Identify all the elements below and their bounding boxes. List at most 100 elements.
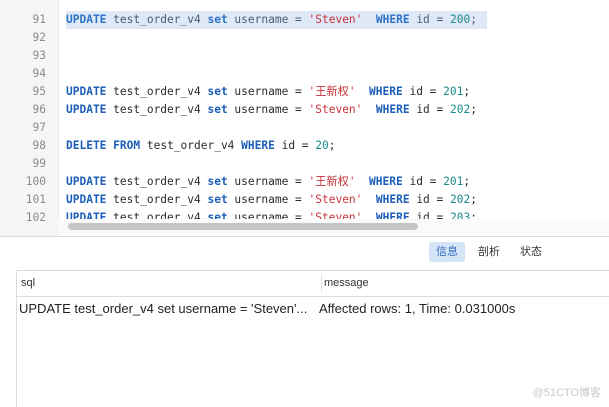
column-separator[interactable] (321, 275, 322, 292)
tab-status[interactable]: 状态 (513, 242, 549, 262)
code-text: UPDATE test_order_v4 set username = 'Ste… (66, 11, 487, 29)
code-token: ; (470, 103, 477, 116)
code-token: WHERE (369, 175, 403, 188)
code-token: test_order_v4 (106, 85, 208, 98)
code-token: test_order_v4 (140, 139, 242, 152)
code-token: 201 (443, 85, 464, 98)
code-text: UPDATE test_order_v4 set username = 'Ste… (66, 101, 477, 119)
line-number: 102 (25, 211, 46, 224)
code-line[interactable]: 96 UPDATE test_order_v4 set username = 'S… (0, 101, 609, 119)
code-token: test_order_v4 (106, 175, 208, 188)
code-line[interactable]: 100 UPDATE test_order_v4 set username = '… (0, 173, 609, 191)
code-token: UPDATE (66, 13, 107, 26)
code-token: 20 (315, 139, 329, 152)
code-token: username = (227, 103, 309, 116)
code-token: ; (470, 193, 477, 206)
code-token: id = (409, 13, 450, 26)
result-panel: 信息 剖析 状态 sql message UPDATE test_order_v… (0, 236, 609, 407)
code-line[interactable]: 91 UPDATE test_order_v4 set username = 'S… (0, 11, 609, 29)
line-number: 99 (32, 157, 46, 170)
code-token: WHERE (375, 13, 410, 26)
code-token: username = (227, 85, 309, 98)
line-number: 98 (32, 139, 46, 152)
code-line[interactable]: 101 UPDATE test_order_v4 set username = '… (0, 191, 609, 209)
code-token: '王新权' (308, 85, 356, 98)
code-token: set (207, 193, 228, 206)
code-text: UPDATE test_order_v4 set username = '王新权… (66, 173, 470, 191)
code-line[interactable]: 94 (0, 65, 609, 83)
code-token: id = (402, 175, 444, 188)
result-grid: sql message UPDATE test_order_v4 set use… (16, 270, 609, 407)
code-token: 202 (450, 103, 471, 116)
code-token: UPDATE (66, 193, 107, 206)
code-text: UPDATE test_order_v4 set username = '王新权… (66, 83, 470, 101)
code-token: WHERE (369, 85, 403, 98)
code-token: id = (409, 193, 450, 206)
code-token: ; (470, 13, 477, 26)
code-token: id = (274, 139, 316, 152)
column-header-sql[interactable]: sql (21, 271, 35, 296)
code-token: ; (463, 175, 471, 188)
line-number: 92 (32, 31, 46, 44)
code-token: id = (409, 103, 450, 116)
line-number: 100 (25, 175, 46, 188)
code-line[interactable]: 98 DELETE FROM test_order_v4 WHERE id = 2… (0, 137, 609, 155)
code-line[interactable]: 95 UPDATE test_order_v4 set username = '王… (0, 83, 609, 101)
code-token: set (207, 85, 228, 98)
code-line[interactable]: 92 (0, 29, 609, 47)
line-number: 94 (32, 67, 46, 80)
horizontal-scrollbar-thumb[interactable] (68, 223, 418, 230)
code-token: ; (328, 139, 336, 152)
cell-message: Affected rows: 1, Time: 0.031000s (319, 301, 516, 316)
column-header-message[interactable]: message (324, 271, 369, 296)
code-token: UPDATE (66, 175, 107, 188)
code-token: username = (227, 13, 309, 26)
code-token: set (207, 103, 228, 116)
code-token: '王新权' (308, 175, 356, 188)
line-number: 93 (32, 49, 46, 62)
code-token: WHERE (375, 193, 410, 206)
code-token: id = (402, 85, 444, 98)
code-token: UPDATE (66, 103, 107, 116)
code-token: test_order_v4 (106, 193, 208, 206)
code-token: set (207, 175, 228, 188)
cell-sql: UPDATE test_order_v4 set username = 'Ste… (19, 301, 308, 316)
grid-header: sql message (17, 271, 609, 297)
code-token: WHERE (241, 139, 275, 152)
code-token: ; (463, 85, 471, 98)
code-token: 200 (450, 13, 471, 26)
tab-profile[interactable]: 剖析 (471, 242, 507, 262)
sql-editor[interactable]: 91 UPDATE test_order_v4 set username = 'S… (0, 0, 609, 236)
app-root: 91 UPDATE test_order_v4 set username = 'S… (0, 0, 609, 407)
code-token: 'Steven' (308, 103, 363, 116)
line-number: 97 (32, 121, 46, 134)
code-token: WHERE (375, 103, 410, 116)
line-number: 95 (32, 85, 46, 98)
code-token: DELETE (66, 139, 107, 152)
code-line[interactable]: 99 (0, 155, 609, 173)
code-token: 202 (450, 193, 471, 206)
table-row[interactable]: UPDATE test_order_v4 set username = 'Ste… (17, 297, 609, 321)
result-tabs: 信息 剖析 状态 (429, 242, 549, 264)
code-text: UPDATE test_order_v4 set username = 'Ste… (66, 191, 477, 209)
code-text: DELETE FROM test_order_v4 WHERE id = 20; (66, 137, 336, 155)
code-token: username = (227, 175, 309, 188)
line-number: 101 (25, 193, 46, 206)
line-number: 91 (32, 13, 46, 26)
code-line[interactable]: 97 (0, 119, 609, 137)
tab-info[interactable]: 信息 (429, 242, 465, 262)
code-token: 'Steven' (308, 13, 363, 26)
code-line[interactable]: 93 (0, 47, 609, 65)
code-token: test_order_v4 (106, 103, 208, 116)
line-number: 96 (32, 103, 46, 116)
code-token: set (207, 13, 228, 26)
code-token: username = (227, 193, 309, 206)
code-token: 201 (443, 175, 464, 188)
watermark: @51CTO博客 (532, 387, 601, 399)
code-token: FROM (113, 139, 141, 152)
